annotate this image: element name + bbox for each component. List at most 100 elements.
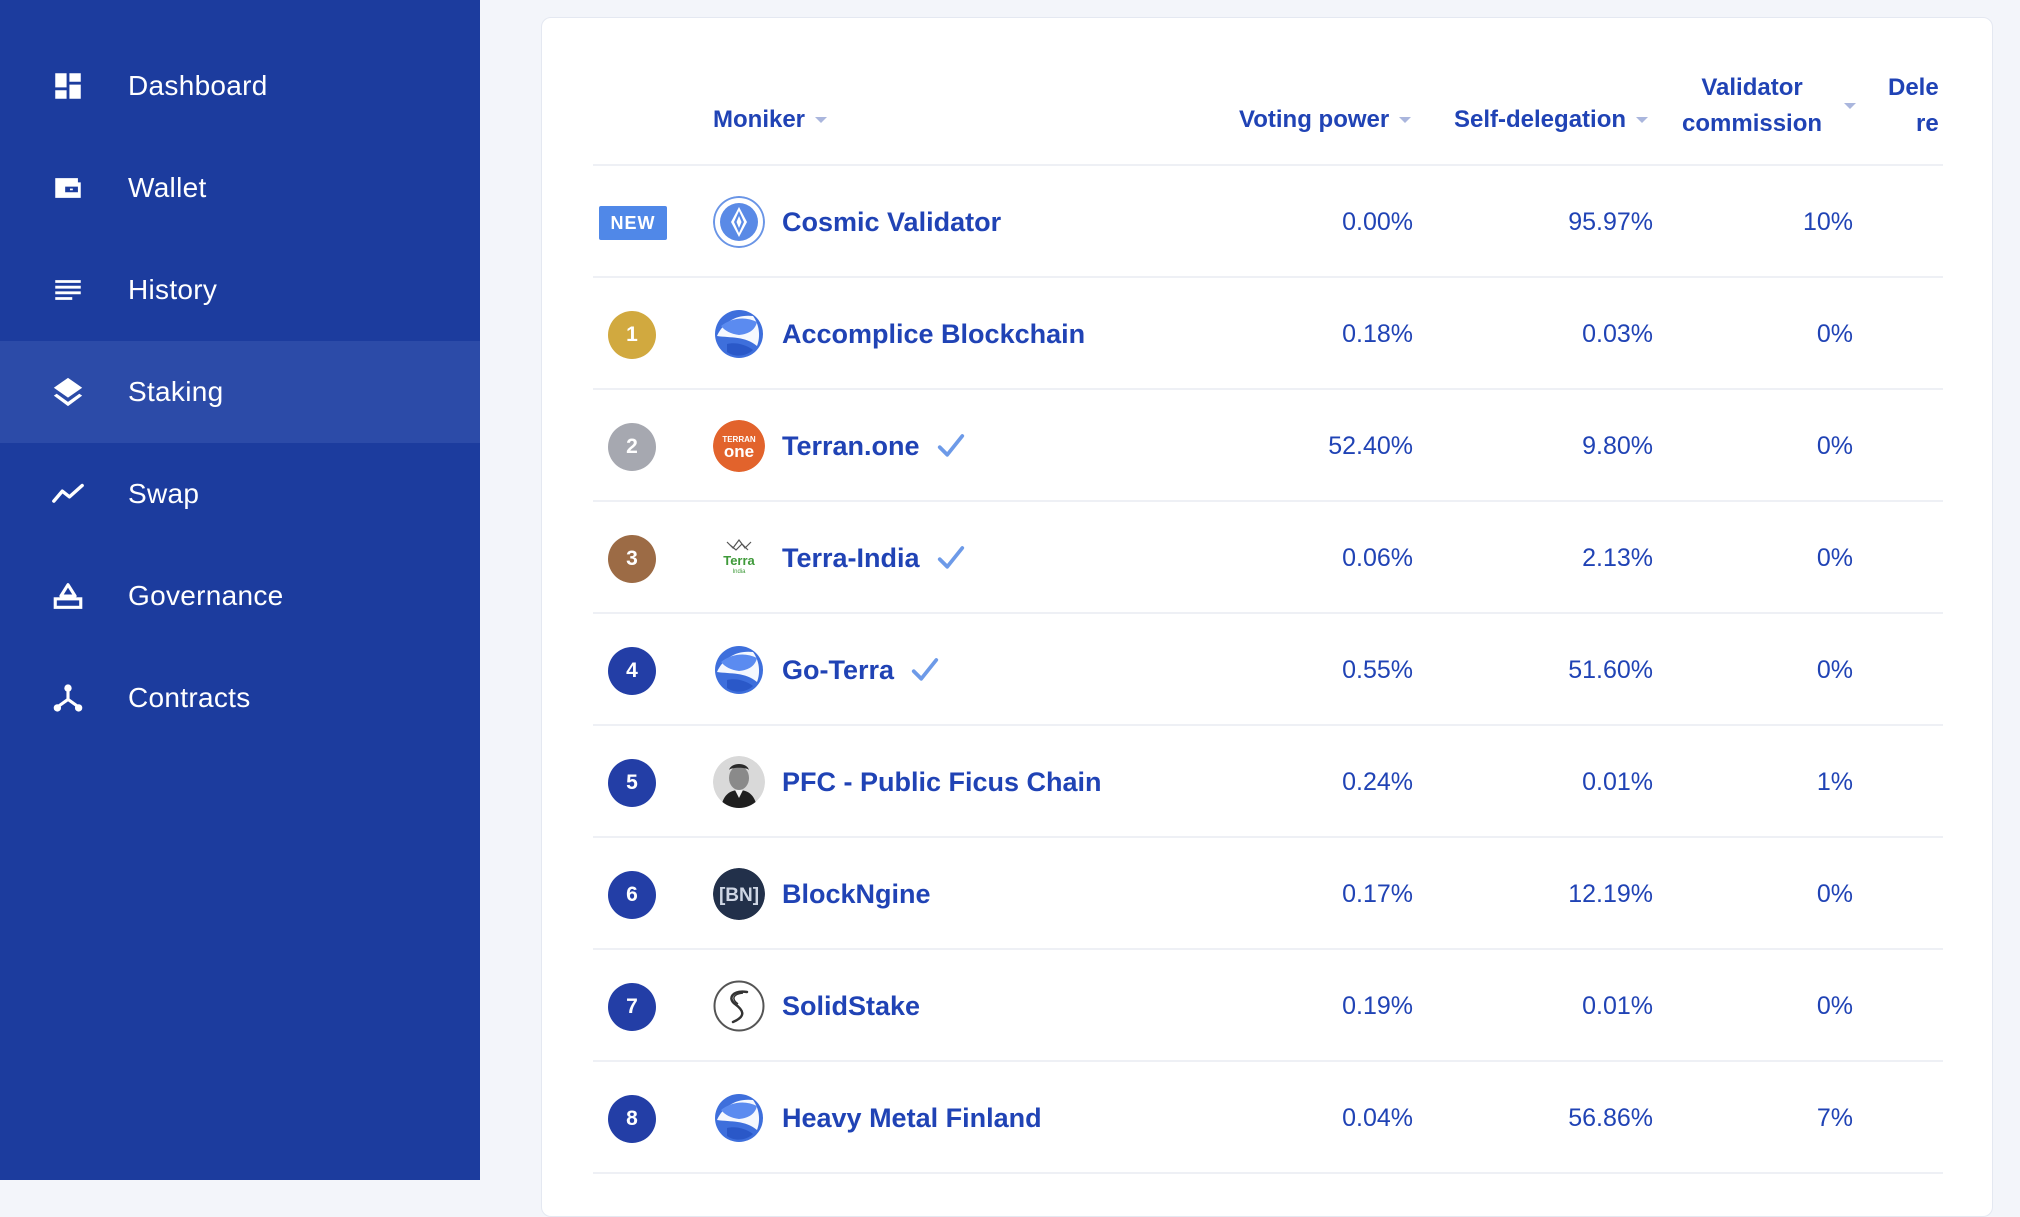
sidebar-item-label: Governance xyxy=(128,580,284,611)
table-row[interactable]: 5 PFC - Public Ficus Chain 0.24% 0.01% 1… xyxy=(593,726,1943,838)
table-row[interactable]: 7 SolidStake 0.19% 0.01% 0% xyxy=(593,950,1943,1062)
sidebar-item-label: Staking xyxy=(128,376,224,407)
self-delegation-value: 2.13% xyxy=(1582,543,1653,572)
blockngine-logo-text: [BN] xyxy=(719,885,759,906)
validator-moniker[interactable]: BlockNgine xyxy=(782,838,931,950)
commission-value: 0% xyxy=(1816,431,1853,460)
commission-value: 10% xyxy=(1802,207,1853,236)
terran-logo-text-bottom: one xyxy=(724,442,754,461)
new-badge: NEW xyxy=(599,206,667,240)
sidebar-item-label: History xyxy=(128,274,218,305)
verified-check-icon xyxy=(937,434,964,457)
terra-planet-avatar xyxy=(713,1092,765,1144)
terra-india-logo-text: Terra xyxy=(723,553,755,568)
rank-badge: 7 xyxy=(608,983,656,1031)
verified-check-icon xyxy=(911,658,939,681)
rank-badge: 6 xyxy=(608,871,656,919)
sidebar-item-wallet[interactable]: Wallet xyxy=(0,137,480,239)
sort-caret-icon xyxy=(1399,117,1412,123)
validator-moniker[interactable]: Terra-India xyxy=(782,502,966,614)
sidebar-item-label: Dashboard xyxy=(128,70,268,101)
sidebar-item-label: Swap xyxy=(128,478,200,509)
self-delegation-value: 0.01% xyxy=(1582,767,1653,796)
rank-badge: 5 xyxy=(608,759,656,807)
voting-power-value: 52.40% xyxy=(1328,431,1413,460)
self-delegation-value: 56.86% xyxy=(1568,1103,1653,1132)
table-row[interactable]: 8 Heavy Metal Finland 0.04% 56.86% 7% xyxy=(593,1062,1943,1174)
rank-badge: 4 xyxy=(608,647,656,695)
self-delegation-value: 0.01% xyxy=(1582,991,1653,1020)
column-header-validator-commission[interactable]: Validator commission xyxy=(1682,70,1857,142)
governance-icon xyxy=(50,578,86,614)
history-icon xyxy=(50,272,86,308)
voting-power-value: 0.17% xyxy=(1342,879,1413,908)
voting-power-value: 0.55% xyxy=(1342,655,1413,684)
commission-value: 7% xyxy=(1816,1103,1853,1132)
table-row[interactable]: 3 Terra India Terra-India 0.06% 2.13% 0% xyxy=(593,502,1943,614)
sort-caret-icon xyxy=(1636,117,1649,123)
voting-power-value: 0.18% xyxy=(1342,319,1413,348)
sort-caret-icon xyxy=(1844,103,1857,109)
wallet-icon xyxy=(50,170,86,206)
validator-moniker[interactable]: Cosmic Validator xyxy=(782,166,1001,278)
table-row[interactable]: 6 [BN] BlockNgine 0.17% 12.19% 0% xyxy=(593,838,1943,950)
validator-moniker[interactable]: Heavy Metal Finland xyxy=(782,1062,1042,1174)
self-delegation-value: 12.19% xyxy=(1568,879,1653,908)
terra-planet-avatar xyxy=(713,308,765,360)
verified-check-icon xyxy=(937,546,964,569)
commission-value: 0% xyxy=(1816,319,1853,348)
table-row[interactable]: NEW Cosmic Validator 0.00% 95.97% 10% xyxy=(593,166,1943,278)
column-header-voting-power[interactable]: Voting power xyxy=(1239,106,1412,134)
commission-value: 0% xyxy=(1816,543,1853,572)
commission-value: 0% xyxy=(1816,879,1853,908)
blockngine-avatar: [BN] xyxy=(713,868,765,920)
validator-moniker[interactable]: Go-Terra xyxy=(782,614,940,726)
table-row[interactable]: 4 Go-Terra 0.55% 51.60% 0% xyxy=(593,614,1943,726)
sidebar-item-staking[interactable]: Staking xyxy=(0,341,480,443)
voting-power-value: 0.00% xyxy=(1342,207,1413,236)
sidebar-item-dashboard[interactable]: Dashboard xyxy=(0,35,480,137)
voting-power-value: 0.06% xyxy=(1342,543,1413,572)
validator-moniker[interactable]: SolidStake xyxy=(782,950,920,1062)
sidebar-item-history[interactable]: History xyxy=(0,239,480,341)
sidebar-item-swap[interactable]: Swap xyxy=(0,443,480,545)
table-row[interactable]: 2 TERRAN one Terran.one 52.40% 9.80% 0% xyxy=(593,390,1943,502)
column-header-self-delegation[interactable]: Self-delegation xyxy=(1454,106,1649,134)
swap-icon xyxy=(50,476,86,512)
solidstake-avatar xyxy=(713,980,765,1032)
voting-power-value: 0.04% xyxy=(1342,1103,1413,1132)
table-row[interactable]: 1 Accomplice Blockchain 0.18% 0.03% 0% xyxy=(593,278,1943,390)
rank-badge: 2 xyxy=(608,423,656,471)
terran-one-avatar: TERRAN one xyxy=(713,420,765,472)
column-header-delegation[interactable]: Dele re xyxy=(1888,70,1939,142)
sidebar: Dashboard Wallet History Staking Swap Go… xyxy=(0,0,480,1180)
pfc-portrait-avatar xyxy=(713,756,765,808)
commission-value: 0% xyxy=(1816,655,1853,684)
commission-value: 0% xyxy=(1816,991,1853,1020)
rank-badge: 8 xyxy=(608,1095,656,1143)
sidebar-item-label: Wallet xyxy=(128,172,207,203)
validator-moniker[interactable]: PFC - Public Ficus Chain xyxy=(782,726,1102,838)
terra-india-logo-subtext: India xyxy=(732,569,746,575)
cosmic-validator-avatar xyxy=(713,196,765,248)
dashboard-icon xyxy=(50,68,86,104)
sidebar-item-contracts[interactable]: Contracts xyxy=(0,647,480,749)
contracts-icon xyxy=(50,680,86,716)
terra-planet-avatar xyxy=(713,644,765,696)
column-header-moniker[interactable]: Moniker xyxy=(713,106,828,134)
self-delegation-value: 9.80% xyxy=(1582,431,1653,460)
validator-moniker[interactable]: Accomplice Blockchain xyxy=(782,278,1085,390)
voting-power-value: 0.24% xyxy=(1342,767,1413,796)
validator-moniker[interactable]: Terran.one xyxy=(782,390,966,502)
rank-badge: 1 xyxy=(608,311,656,359)
sidebar-item-governance[interactable]: Governance xyxy=(0,545,480,647)
self-delegation-value: 51.60% xyxy=(1568,655,1653,684)
sort-caret-icon xyxy=(815,117,828,123)
commission-value: 1% xyxy=(1816,767,1853,796)
terra-india-avatar: Terra India xyxy=(713,532,765,584)
staking-icon xyxy=(50,374,86,410)
validators-card: Moniker Voting power Self-delegation Val… xyxy=(541,17,1993,1217)
rank-badge: 3 xyxy=(608,535,656,583)
self-delegation-value: 0.03% xyxy=(1582,319,1653,348)
sidebar-item-label: Contracts xyxy=(128,682,251,713)
